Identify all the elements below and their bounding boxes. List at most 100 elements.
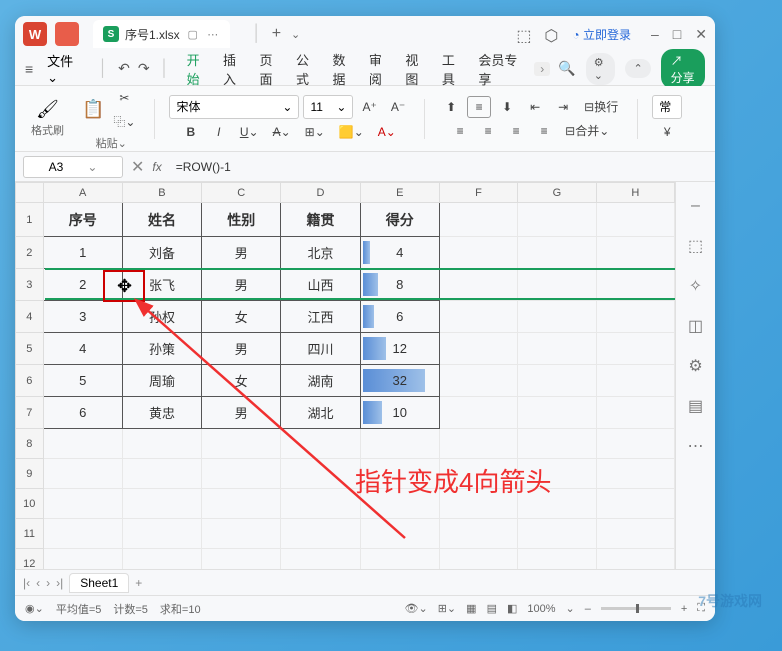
- format-painter-icon[interactable]: 🖌: [36, 99, 59, 120]
- tab-device-icon[interactable]: ▢: [186, 27, 200, 41]
- cell-D2[interactable]: 北京: [281, 237, 360, 269]
- cell-D1[interactable]: 籍贯: [281, 203, 360, 237]
- align-center-icon[interactable]: ≡: [476, 120, 500, 142]
- cell-H12[interactable]: [596, 549, 674, 570]
- tab-menu-icon[interactable]: ⋯: [206, 27, 220, 41]
- row-header-9[interactable]: 9: [16, 459, 44, 489]
- redo-icon[interactable]: ↷: [138, 60, 150, 77]
- col-header-B[interactable]: B: [122, 183, 201, 203]
- zoom-value[interactable]: 100%: [527, 603, 555, 615]
- cell-F2[interactable]: [439, 237, 517, 269]
- cube-icon[interactable]: ⬡: [544, 26, 560, 42]
- row-header-3[interactable]: 3: [16, 269, 44, 301]
- cell-H5[interactable]: [596, 333, 674, 365]
- row-header-2[interactable]: 2: [16, 237, 44, 269]
- cell-A3[interactable]: 2: [43, 269, 122, 301]
- font-size-select[interactable]: 11⌄: [303, 95, 353, 119]
- cell-A8[interactable]: [43, 429, 122, 459]
- sheet-nav-prev-icon[interactable]: ‹: [36, 576, 40, 590]
- document-tab[interactable]: S 序号1.xlsx ▢ ⋯: [93, 20, 230, 48]
- cell-H11[interactable]: [596, 519, 674, 549]
- cell-G2[interactable]: [518, 237, 596, 269]
- fill-color-button[interactable]: 🟨⌄: [334, 121, 369, 143]
- cell-G8[interactable]: [518, 429, 596, 459]
- paste-icon[interactable]: 📋: [82, 99, 104, 120]
- align-justify-icon[interactable]: ≡: [532, 120, 556, 142]
- view-page-icon[interactable]: ▤: [487, 602, 497, 615]
- share-button[interactable]: ↗ 分享: [661, 49, 705, 89]
- cell-B2[interactable]: 刘备: [122, 237, 201, 269]
- cell-B1[interactable]: 姓名: [122, 203, 201, 237]
- cell-A9[interactable]: [43, 459, 122, 489]
- strike-button[interactable]: A⌄: [268, 121, 296, 143]
- cell-A10[interactable]: [43, 489, 122, 519]
- row-header-8[interactable]: 8: [16, 429, 44, 459]
- cell-H4[interactable]: [596, 301, 674, 333]
- search-icon[interactable]: 🔍: [558, 60, 575, 77]
- cell-H8[interactable]: [596, 429, 674, 459]
- cell-H2[interactable]: [596, 237, 674, 269]
- col-header-G[interactable]: G: [518, 183, 596, 203]
- cell-G3[interactable]: [518, 269, 596, 301]
- sheet-nav-first-icon[interactable]: |‹: [23, 576, 30, 590]
- currency-icon[interactable]: ¥: [655, 121, 679, 143]
- col-header-D[interactable]: D: [281, 183, 360, 203]
- cell-E2[interactable]: 4: [360, 237, 439, 269]
- cell-G6[interactable]: [518, 365, 596, 397]
- row-header-1[interactable]: 1: [16, 203, 44, 237]
- book-icon[interactable]: ▤: [686, 396, 706, 416]
- sheet-nav-last-icon[interactable]: ›|: [56, 576, 63, 590]
- cell-A4[interactable]: 3: [43, 301, 122, 333]
- spreadsheet-grid[interactable]: ABCDEFGH1序号姓名性别籍贯得分21刘备男北京432张飞男山西843孙权女…: [15, 182, 675, 569]
- col-header-A[interactable]: A: [43, 183, 122, 203]
- row-header-7[interactable]: 7: [16, 397, 44, 429]
- tab-dropdown-icon[interactable]: ⌄: [291, 28, 300, 41]
- minimize-button[interactable]: –: [651, 26, 659, 43]
- cell-A12[interactable]: [43, 549, 122, 570]
- row-header-5[interactable]: 5: [16, 333, 44, 365]
- align-top-icon[interactable]: ⬆: [439, 96, 463, 118]
- more-icon[interactable]: ⋯: [686, 436, 706, 456]
- cell-H6[interactable]: [596, 365, 674, 397]
- cell-A7[interactable]: 6: [43, 397, 122, 429]
- cell-H1[interactable]: [596, 203, 674, 237]
- cell-C1[interactable]: 性别: [202, 203, 281, 237]
- cell-A6[interactable]: 5: [43, 365, 122, 397]
- cancel-formula-icon[interactable]: ✕: [131, 157, 144, 177]
- adjust-icon[interactable]: ⚙: [686, 356, 706, 376]
- file-menu[interactable]: 文件 ⌄: [41, 49, 88, 88]
- row-header-11[interactable]: 11: [16, 519, 44, 549]
- indent-right-icon[interactable]: ⇥: [551, 96, 575, 118]
- cell-G4[interactable]: [518, 301, 596, 333]
- cell-G1[interactable]: [518, 203, 596, 237]
- fx-icon[interactable]: fx: [152, 160, 161, 174]
- view-break-icon[interactable]: ◧: [507, 602, 517, 615]
- row-header-10[interactable]: 10: [16, 489, 44, 519]
- tab-tools[interactable]: 工具: [435, 48, 469, 90]
- cell-A1[interactable]: 序号: [43, 203, 122, 237]
- tab-insert[interactable]: 插入: [216, 48, 250, 90]
- cell-H3[interactable]: [596, 269, 674, 301]
- indent-left-icon[interactable]: ⇤: [523, 96, 547, 118]
- minus-icon[interactable]: –: [686, 196, 706, 216]
- col-header-C[interactable]: C: [202, 183, 281, 203]
- copy-icon[interactable]: ⿻⌄: [108, 111, 140, 133]
- name-box[interactable]: A3 ⌄: [23, 156, 123, 178]
- merge-button[interactable]: ⊟合并⌄: [560, 120, 614, 142]
- layers-icon[interactable]: ◫: [686, 316, 706, 336]
- wrap-button[interactable]: ⊟换行: [579, 96, 623, 118]
- font-name-select[interactable]: 宋体⌄: [169, 95, 299, 119]
- view-normal-icon[interactable]: ▦: [466, 602, 476, 615]
- font-color-button[interactable]: A⌄: [373, 121, 401, 143]
- tab-data[interactable]: 数据: [325, 48, 359, 90]
- formula-input[interactable]: =ROW()-1: [170, 160, 707, 174]
- tab-member[interactable]: 会员专享: [471, 48, 526, 90]
- tab-formula[interactable]: 公式: [289, 48, 323, 90]
- decrease-font-icon[interactable]: A⁻: [386, 96, 410, 118]
- tab-review[interactable]: 审阅: [362, 48, 396, 90]
- settings-icon[interactable]: ✧: [686, 276, 706, 296]
- select-all-corner[interactable]: [16, 183, 44, 203]
- sheet-tab[interactable]: Sheet1: [69, 573, 129, 593]
- cell-E1[interactable]: 得分: [360, 203, 439, 237]
- tab-view[interactable]: 视图: [398, 48, 432, 90]
